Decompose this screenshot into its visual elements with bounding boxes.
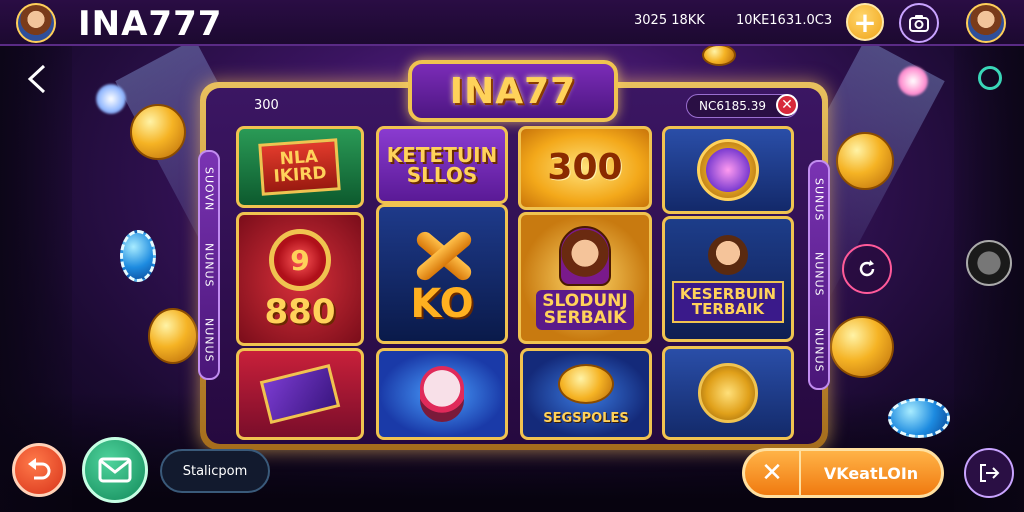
treasure-icon [698,363,758,423]
side-tab-label: SUNUS [812,177,826,221]
tile-magic-mirror[interactable] [662,126,794,214]
frame-left-value: 300 [254,98,279,113]
stage-light [898,66,928,96]
close-button[interactable]: ✕ [776,94,798,116]
record-button[interactable] [966,240,1012,286]
side-tab-label: NUNUS [202,242,216,288]
mail-icon [98,457,132,483]
tile-label: SLODUNJ SERBAIK [536,290,634,330]
tile-label: KESERBUIN TERBAIK [671,281,785,323]
right-side-tab[interactable]: SUNUS NUNUS NUNUS [808,160,830,390]
cta-label: VKeatLOIn [823,463,919,483]
coin-icon [130,104,186,160]
tile-clown[interactable] [376,348,508,440]
coin-icon [148,308,198,364]
tile-nla-ikird[interactable]: NLA IKIRD [236,126,364,208]
frame-right-value-text: NC6185.39 [699,99,766,113]
side-tab-label: SUOVN [202,167,216,212]
poker-chip-icon [120,230,156,282]
camera-icon [909,15,929,32]
tile-keserbuin-terbaik[interactable]: KESERBUIN TERBAIK [662,216,794,342]
left-side-tab[interactable]: SUOVN NUNUS NUNUS [198,150,220,380]
tile-ko[interactable]: KO [376,204,508,344]
tile-treasure[interactable] [662,346,794,440]
close-icon: ✕ [745,451,801,495]
character-icon [708,235,748,275]
app-title: INA777 [78,4,223,44]
card-icon [259,363,341,425]
tile-880[interactable]: 9 880 [236,212,364,346]
tile-segspoles[interactable]: SEGSPOLES [520,348,652,440]
tile-label: KO [410,281,474,327]
secondary-pill-button[interactable]: Stalicpom [160,449,270,493]
gold-coin-icon [558,363,614,404]
credits-stat: 10KE1631.0C3 [736,13,833,28]
exit-button[interactable] [964,448,1014,498]
tile-label: SEGSPOLES [543,410,629,426]
add-funds-button[interactable]: + [846,3,884,41]
refresh-button[interactable] [842,244,892,294]
tile-slodunj-serbaik[interactable]: SLODUNJ SERBAIK [518,212,652,344]
tile-label: NLA IKIRD [273,146,328,187]
tile-card[interactable] [236,348,364,440]
primary-cta-button[interactable]: ✕ VKeatLOIn [742,448,944,498]
undo-button[interactable] [12,443,66,497]
tile-300[interactable]: 300 [518,126,652,210]
tile-label: KETETUIN SLLOS [386,143,498,187]
frame-banner: INA77 [408,60,618,122]
target-button[interactable] [978,66,1002,90]
coin-icon [836,132,894,190]
side-tab-label: NUNUS [202,318,216,363]
stage-light [96,84,126,114]
side-tab-label: NUNUS [812,327,826,373]
balance-stat: 3025 18KK [634,13,705,28]
pill-label: Stalicpom [182,463,248,479]
back-button[interactable] [22,62,52,96]
banner-title: INA77 [449,70,577,112]
plus-icon: + [853,5,877,39]
mail-button[interactable] [82,437,148,503]
undo-icon [28,458,51,480]
close-icon: ✕ [781,97,793,113]
top-bar: INA777 3025 18KK 10KE1631.0C3 + [0,0,1024,46]
tile-label: 880 [264,292,336,332]
medallion-icon: 9 [269,229,331,291]
mirror-icon [697,139,759,201]
profile-avatar[interactable] [966,3,1006,43]
tile-label: 300 [547,147,623,188]
clown-icon [420,366,464,422]
camera-button[interactable] [899,3,939,43]
coin-icon [702,44,736,66]
tile-ketetuin-sllos[interactable]: KETETUIN SLLOS [376,126,508,204]
poker-chip-icon [888,398,950,438]
coin-icon [830,316,894,378]
exit-icon [980,464,1000,482]
character-icon [559,226,611,286]
side-tab-label: NUNUS [812,252,826,297]
refresh-icon [859,260,875,277]
avatar[interactable] [16,3,56,43]
crossed-bars-icon [407,224,477,284]
chevron-left-icon [27,64,46,94]
